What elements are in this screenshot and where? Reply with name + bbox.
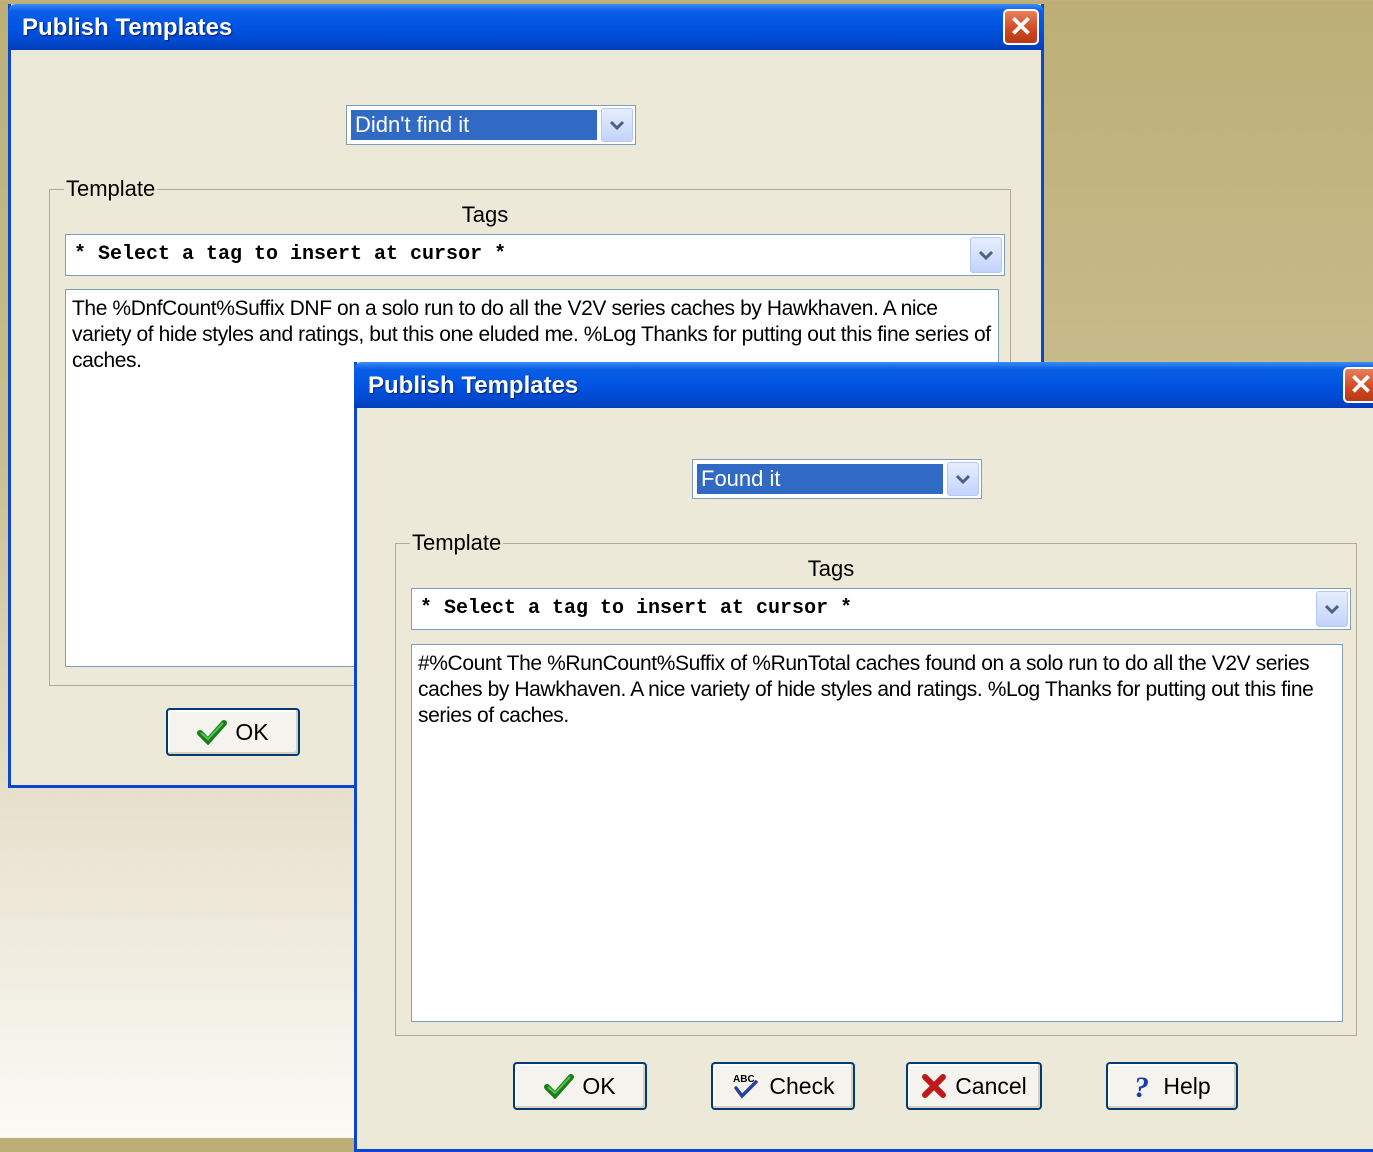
help-label: Help: [1163, 1072, 1211, 1099]
back-ok-button[interactable]: OK: [166, 708, 300, 756]
back-tag-select[interactable]: * Select a tag to insert at cursor *: [65, 234, 1005, 276]
front-log-type-value: Found it: [697, 464, 943, 494]
front-template-group-label: Template: [412, 530, 502, 555]
front-dialog: Publish Templates ✕ Found it Template Ta…: [354, 362, 1373, 1152]
front-template-textarea[interactable]: #%Count The %RunCount%Suffix of %RunTota…: [411, 644, 1343, 1022]
front-tag-select-placeholder: * Select a tag to insert at cursor *: [420, 597, 853, 620]
help-button[interactable]: ? Help: [1106, 1062, 1238, 1110]
cancel-label: Cancel: [955, 1072, 1027, 1099]
back-dialog-title: Publish Templates: [22, 14, 233, 41]
back-dialog-titlebar[interactable]: Publish Templates ✕: [8, 4, 1044, 50]
ok-button[interactable]: OK: [513, 1062, 647, 1110]
ok-label: OK: [582, 1072, 616, 1099]
check-button[interactable]: ABC Check: [711, 1062, 855, 1110]
back-dialog-close-button[interactable]: ✕: [1003, 9, 1039, 45]
checkmark-icon: [197, 719, 228, 745]
chevron-down-icon[interactable]: [1316, 591, 1348, 627]
checkmark-icon: [544, 1073, 575, 1099]
front-log-type-select[interactable]: Found it: [692, 459, 982, 499]
front-dialog-title: Publish Templates: [368, 372, 579, 399]
spellcheck-icon: ABC: [731, 1071, 761, 1101]
back-log-type-select[interactable]: Didn't find it: [346, 105, 636, 145]
chevron-down-icon[interactable]: [970, 237, 1002, 273]
check-label: Check: [769, 1072, 835, 1099]
x-mark-icon: [921, 1073, 947, 1099]
close-icon: ✕: [1349, 369, 1373, 400]
front-tag-select[interactable]: * Select a tag to insert at cursor *: [411, 588, 1351, 630]
close-icon: ✕: [1009, 11, 1033, 42]
chevron-down-icon[interactable]: [601, 108, 633, 142]
back-log-type-value: Didn't find it: [351, 110, 597, 140]
back-ok-label: OK: [235, 718, 269, 745]
svg-text:?: ?: [1134, 1071, 1149, 1101]
front-tags-label: Tags: [807, 556, 855, 581]
svg-text:ABC: ABC: [733, 1074, 755, 1085]
back-tags-label: Tags: [461, 202, 509, 227]
chevron-down-icon[interactable]: [947, 462, 979, 496]
back-template-group-label: Template: [66, 176, 156, 201]
front-dialog-close-button[interactable]: ✕: [1343, 367, 1373, 403]
cancel-button[interactable]: Cancel: [906, 1062, 1042, 1110]
question-mark-icon: ?: [1133, 1071, 1155, 1101]
back-tag-select-placeholder: * Select a tag to insert at cursor *: [74, 243, 507, 266]
front-dialog-titlebar[interactable]: Publish Templates ✕: [354, 362, 1373, 408]
